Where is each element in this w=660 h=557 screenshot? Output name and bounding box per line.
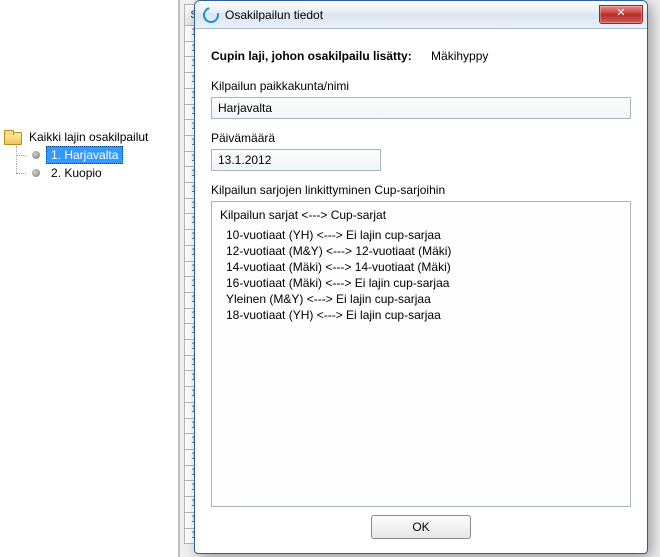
dialog-osakilpailun-tiedot: Osakilpailun tiedot ✕ Cupin laji, johon … <box>194 0 648 554</box>
tree-pane: Kaikki lajin osakilpailut 1. Harjavalta … <box>0 0 180 557</box>
tree-item-label: 1. Harjavalta <box>46 146 123 164</box>
tree-item-kuopio[interactable]: 2. Kuopio <box>4 164 176 182</box>
app-icon <box>200 4 222 26</box>
tree: Kaikki lajin osakilpailut 1. Harjavalta … <box>0 2 178 184</box>
content-area: S 1 1 1 1 1 1 1 1 1 1 1 1 1 1 1 1 1 1 1 … <box>180 0 660 557</box>
cup-label: Cupin laji, johon osakilpailu lisätty: <box>211 49 412 63</box>
titlebar[interactable]: Osakilpailun tiedot ✕ <box>195 1 647 29</box>
list-item[interactable]: 18-vuotiaat (YH) <---> Ei lajin cup-sarj… <box>226 308 622 322</box>
folder-icon <box>4 130 20 144</box>
place-input[interactable] <box>211 97 631 119</box>
date-label: Päivämäärä <box>211 131 631 145</box>
bullet-icon <box>32 151 40 159</box>
tree-root[interactable]: Kaikki lajin osakilpailut <box>4 128 176 146</box>
list-item[interactable]: Yleinen (M&Y) <---> Ei lajin cup-sarjaa <box>226 292 622 306</box>
button-bar: OK <box>211 507 631 547</box>
links-listbox[interactable]: Kilpailun sarjat <---> Cup-sarjat 10-vuo… <box>211 201 631 507</box>
date-input[interactable] <box>211 149 381 171</box>
cup-row: Cupin laji, johon osakilpailu lisätty: M… <box>211 49 631 63</box>
ok-button[interactable]: OK <box>371 515 471 539</box>
dialog-body: Cupin laji, johon osakilpailu lisätty: M… <box>195 29 647 553</box>
bullet-icon <box>32 169 40 177</box>
list-item[interactable]: 16-vuotiaat (Mäki) <---> Ei lajin cup-sa… <box>226 276 622 290</box>
links-label: Kilpailun sarjojen linkittyminen Cup-sar… <box>211 183 631 197</box>
list-item[interactable]: 10-vuotiaat (YH) <---> Ei lajin cup-sarj… <box>226 228 622 242</box>
close-icon: ✕ <box>616 7 625 19</box>
list-item[interactable]: 12-vuotiaat (M&Y) <---> 12-vuotiaat (Mäk… <box>226 244 622 258</box>
place-label: Kilpailun paikkakunta/nimi <box>211 79 631 93</box>
tree-item-harjavalta[interactable]: 1. Harjavalta <box>4 146 176 164</box>
list-item[interactable]: 14-vuotiaat (Mäki) <---> 14-vuotiaat (Mä… <box>226 260 622 274</box>
tree-root-label: Kaikki lajin osakilpailut <box>24 128 153 146</box>
close-button[interactable]: ✕ <box>599 5 643 24</box>
links-header: Kilpailun sarjat <---> Cup-sarjat <box>220 208 622 222</box>
dialog-title: Osakilpailun tiedot <box>225 8 599 22</box>
tree-item-label: 2. Kuopio <box>46 164 107 182</box>
cup-value: Mäkihyppy <box>431 49 488 63</box>
